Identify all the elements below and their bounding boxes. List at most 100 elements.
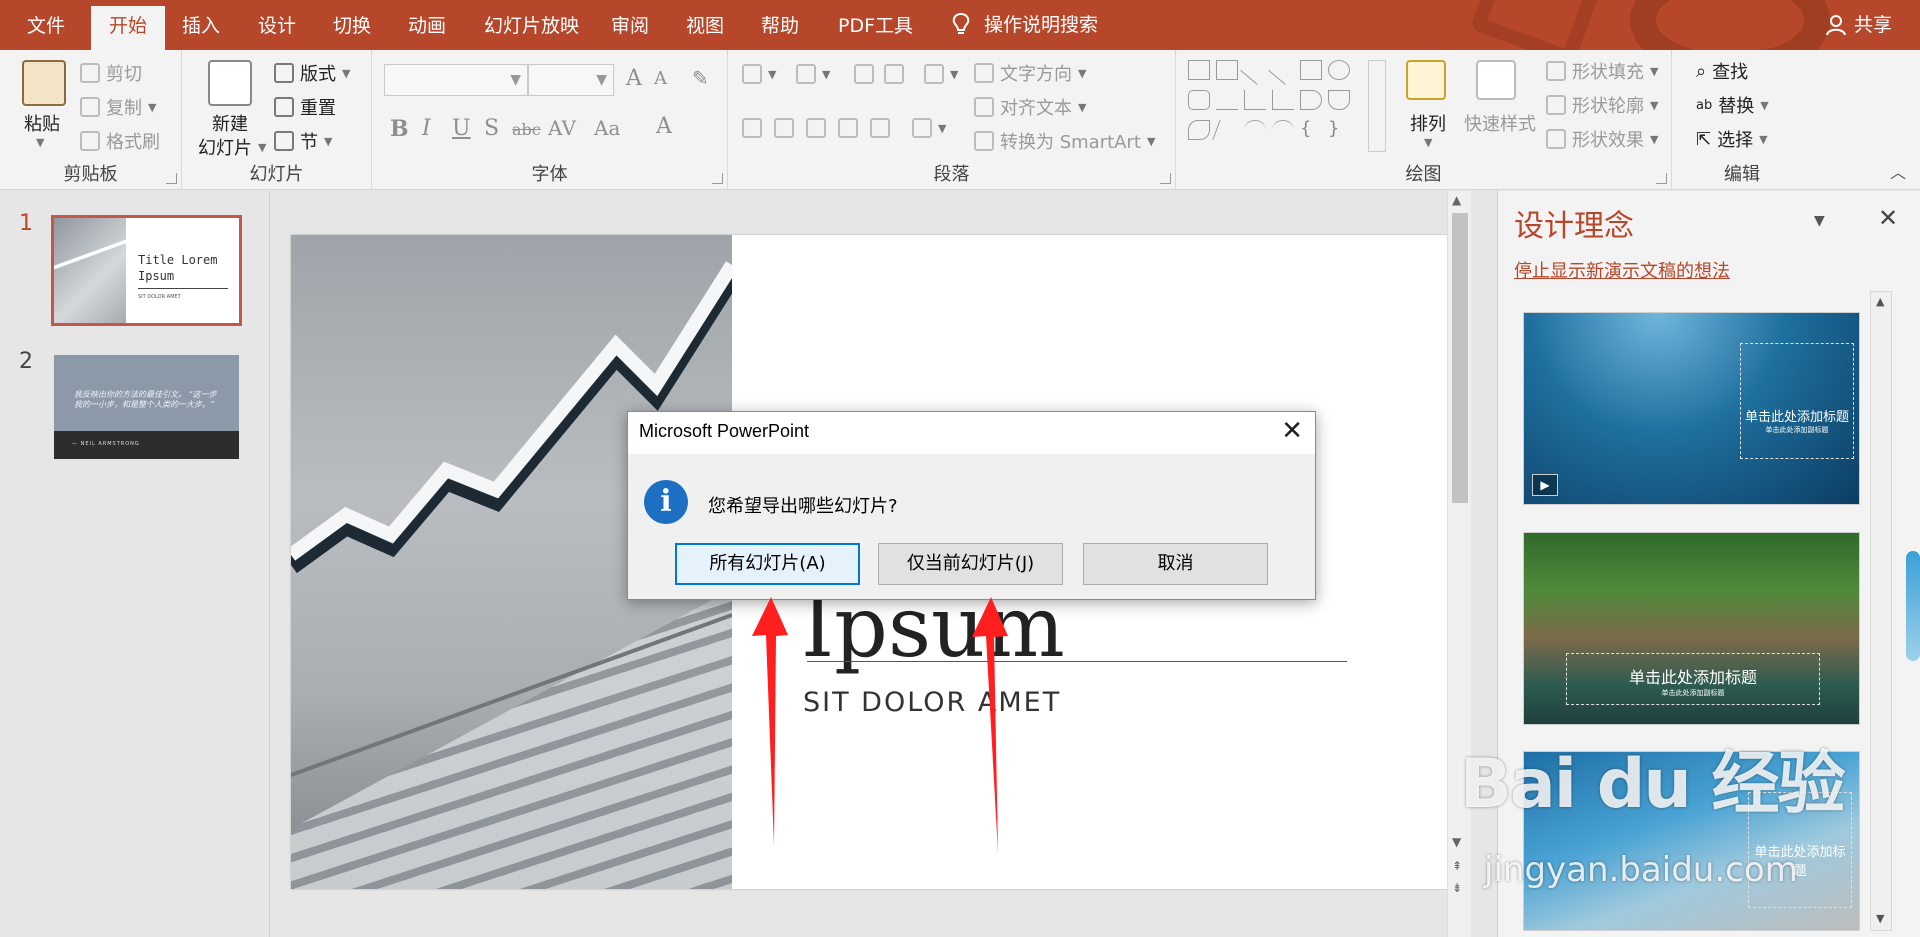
- elbow-arrow-shape-icon[interactable]: [1272, 90, 1294, 110]
- select-button[interactable]: ⇱ 选择 ▼: [1696, 126, 1768, 152]
- shape-fill-button[interactable]: 形状填充 ▼: [1546, 58, 1658, 84]
- font-size-combo[interactable]: ▼: [528, 64, 614, 96]
- distribute-button[interactable]: [870, 118, 890, 138]
- vertical-textbox-shape-icon[interactable]: [1216, 60, 1238, 80]
- close-icon[interactable]: ✕: [1878, 204, 1898, 232]
- scroll-thumb[interactable]: [1452, 213, 1468, 503]
- arrange-caret-icon[interactable]: ▼: [1424, 136, 1432, 149]
- right-brace-shape-icon[interactable]: }: [1328, 120, 1350, 140]
- rounded-rect-shape-icon[interactable]: [1188, 90, 1210, 110]
- align-text-button[interactable]: 对齐文本 ▼: [974, 94, 1086, 120]
- textbox-shape-icon[interactable]: [1188, 60, 1210, 80]
- tab-review[interactable]: 审阅: [601, 0, 659, 50]
- tell-me-search[interactable]: 操作说明搜索: [950, 0, 1098, 50]
- all-slides-button[interactable]: 所有幻灯片(A): [675, 543, 860, 585]
- stop-suggestions-link[interactable]: 停止显示新演示文稿的想法: [1514, 257, 1730, 283]
- align-left-button[interactable]: [742, 118, 762, 138]
- cancel-button[interactable]: 取消: [1083, 543, 1268, 585]
- text-direction-button[interactable]: 文字方向 ▼: [974, 60, 1086, 86]
- line-shape-icon[interactable]: [1240, 55, 1270, 85]
- current-slide-only-button[interactable]: 仅当前幻灯片(J): [878, 543, 1063, 585]
- triangle-shape-icon[interactable]: [1216, 90, 1238, 110]
- new-slide-dropdown[interactable]: 幻灯片 ▼: [198, 134, 266, 160]
- slide-thumbnail-1[interactable]: Title Lorem Ipsum SIT DOLOR AMET: [51, 215, 242, 326]
- scroll-up-icon[interactable]: ▲: [1876, 295, 1884, 308]
- font-color-button[interactable]: A: [656, 114, 672, 139]
- grow-font-icon[interactable]: A: [626, 66, 642, 91]
- freeform-shape-icon[interactable]: [1188, 120, 1210, 140]
- scroll-up-icon[interactable]: ▲: [1452, 193, 1461, 207]
- scroll-down-icon[interactable]: ▼: [1452, 835, 1461, 849]
- tab-animations[interactable]: 动画: [398, 0, 456, 50]
- bullets-button[interactable]: ▼: [742, 64, 776, 84]
- quick-styles-button[interactable]: 快速样式: [1464, 110, 1536, 136]
- tab-view[interactable]: 视图: [676, 0, 734, 50]
- shapes-gallery[interactable]: { }: [1188, 55, 1384, 150]
- increase-indent-button[interactable]: [884, 64, 904, 84]
- design-idea-1[interactable]: 单击此处添加标题 单击此处添加副标题 ▶: [1523, 312, 1860, 505]
- tab-slideshow[interactable]: 幻灯片放映: [474, 0, 589, 50]
- align-right-button[interactable]: [806, 118, 826, 138]
- tab-help[interactable]: 帮助: [751, 0, 809, 50]
- arrow-line-shape-icon[interactable]: [1268, 55, 1298, 85]
- side-tab-handle[interactable]: [1906, 551, 1920, 661]
- shapes-gallery-scroll[interactable]: [1368, 60, 1386, 152]
- font-launcher-icon[interactable]: [712, 173, 723, 184]
- curve-shape-icon[interactable]: [1272, 120, 1294, 140]
- copy-button[interactable]: 复制 ▼: [80, 94, 156, 120]
- line-spacing-button[interactable]: ▼: [924, 64, 958, 84]
- tab-pdf-tools[interactable]: PDF工具: [828, 0, 923, 50]
- strikethrough-button[interactable]: abc: [512, 120, 541, 139]
- char-spacing-button[interactable]: AV: [548, 116, 576, 140]
- new-slide-button[interactable]: 新建: [212, 110, 248, 136]
- drawing-launcher-icon[interactable]: [1656, 173, 1667, 184]
- left-brace-shape-icon[interactable]: {: [1300, 120, 1322, 140]
- clipboard-launcher-icon[interactable]: [166, 173, 177, 184]
- elbow-connector-shape-icon[interactable]: [1244, 90, 1266, 110]
- close-icon[interactable]: ✕: [1281, 416, 1303, 446]
- lightning-shape-icon[interactable]: [1212, 120, 1242, 140]
- previous-slide-icon[interactable]: ⇞: [1452, 859, 1462, 873]
- change-case-button[interactable]: Aa: [594, 116, 620, 140]
- arc-shape-icon[interactable]: [1244, 120, 1266, 140]
- italic-button[interactable]: I: [422, 116, 431, 141]
- oval-shape-icon[interactable]: [1328, 60, 1350, 80]
- cut-button[interactable]: 剪切: [80, 60, 142, 86]
- down-arrow-shape-icon[interactable]: [1328, 90, 1350, 110]
- section-button[interactable]: 节 ▼: [274, 128, 332, 154]
- paste-dropdown-icon[interactable]: ▼: [36, 136, 44, 149]
- arrange-button[interactable]: 排列: [1410, 110, 1446, 136]
- replace-button[interactable]: ab 替换 ▼: [1696, 92, 1769, 118]
- paragraph-launcher-icon[interactable]: [1160, 173, 1171, 184]
- design-pane-scrollbar[interactable]: ▲ ▼: [1870, 291, 1892, 931]
- decrease-indent-button[interactable]: [854, 64, 874, 84]
- collapse-ribbon-icon[interactable]: ︿: [1890, 159, 1906, 183]
- tab-home[interactable]: 开始: [91, 6, 166, 50]
- next-slide-icon[interactable]: ⇟: [1452, 881, 1462, 895]
- bold-button[interactable]: B: [390, 116, 409, 142]
- reset-button[interactable]: 重置: [274, 94, 336, 120]
- align-center-button[interactable]: [774, 118, 794, 138]
- paste-button[interactable]: 粘贴: [24, 110, 60, 136]
- design-idea-2[interactable]: 单击此处添加标题 单击此处添加副标题: [1523, 532, 1860, 725]
- find-button[interactable]: ⌕ 查找: [1696, 58, 1748, 84]
- tab-file[interactable]: 文件: [17, 0, 75, 50]
- numbering-button[interactable]: ▼: [796, 64, 830, 84]
- tab-design[interactable]: 设计: [248, 0, 306, 50]
- slide-thumbnail-2[interactable]: 我反映出你的方法的最佳引文。 “这一步我的一小步，和是整个人类的一大步。” — …: [54, 355, 239, 459]
- shape-outline-button[interactable]: 形状轮廓 ▼: [1546, 92, 1658, 118]
- shrink-font-icon[interactable]: A: [654, 68, 667, 89]
- rectangle-shape-icon[interactable]: [1300, 60, 1322, 80]
- clear-format-icon[interactable]: ✎: [692, 66, 709, 90]
- share-button[interactable]: 共享: [1825, 0, 1892, 50]
- right-arrow-shape-icon[interactable]: [1300, 90, 1322, 110]
- shadow-button[interactable]: S: [484, 116, 499, 141]
- font-name-combo[interactable]: ▼: [384, 64, 528, 96]
- justify-button[interactable]: [838, 118, 858, 138]
- tab-transitions[interactable]: 切换: [323, 0, 381, 50]
- tab-insert[interactable]: 插入: [172, 0, 230, 50]
- layout-button[interactable]: 版式 ▼: [274, 60, 350, 86]
- shape-effects-button[interactable]: 形状效果 ▼: [1546, 126, 1658, 152]
- pane-options-icon[interactable]: ▼: [1814, 213, 1825, 229]
- columns-button[interactable]: ▼: [912, 118, 946, 138]
